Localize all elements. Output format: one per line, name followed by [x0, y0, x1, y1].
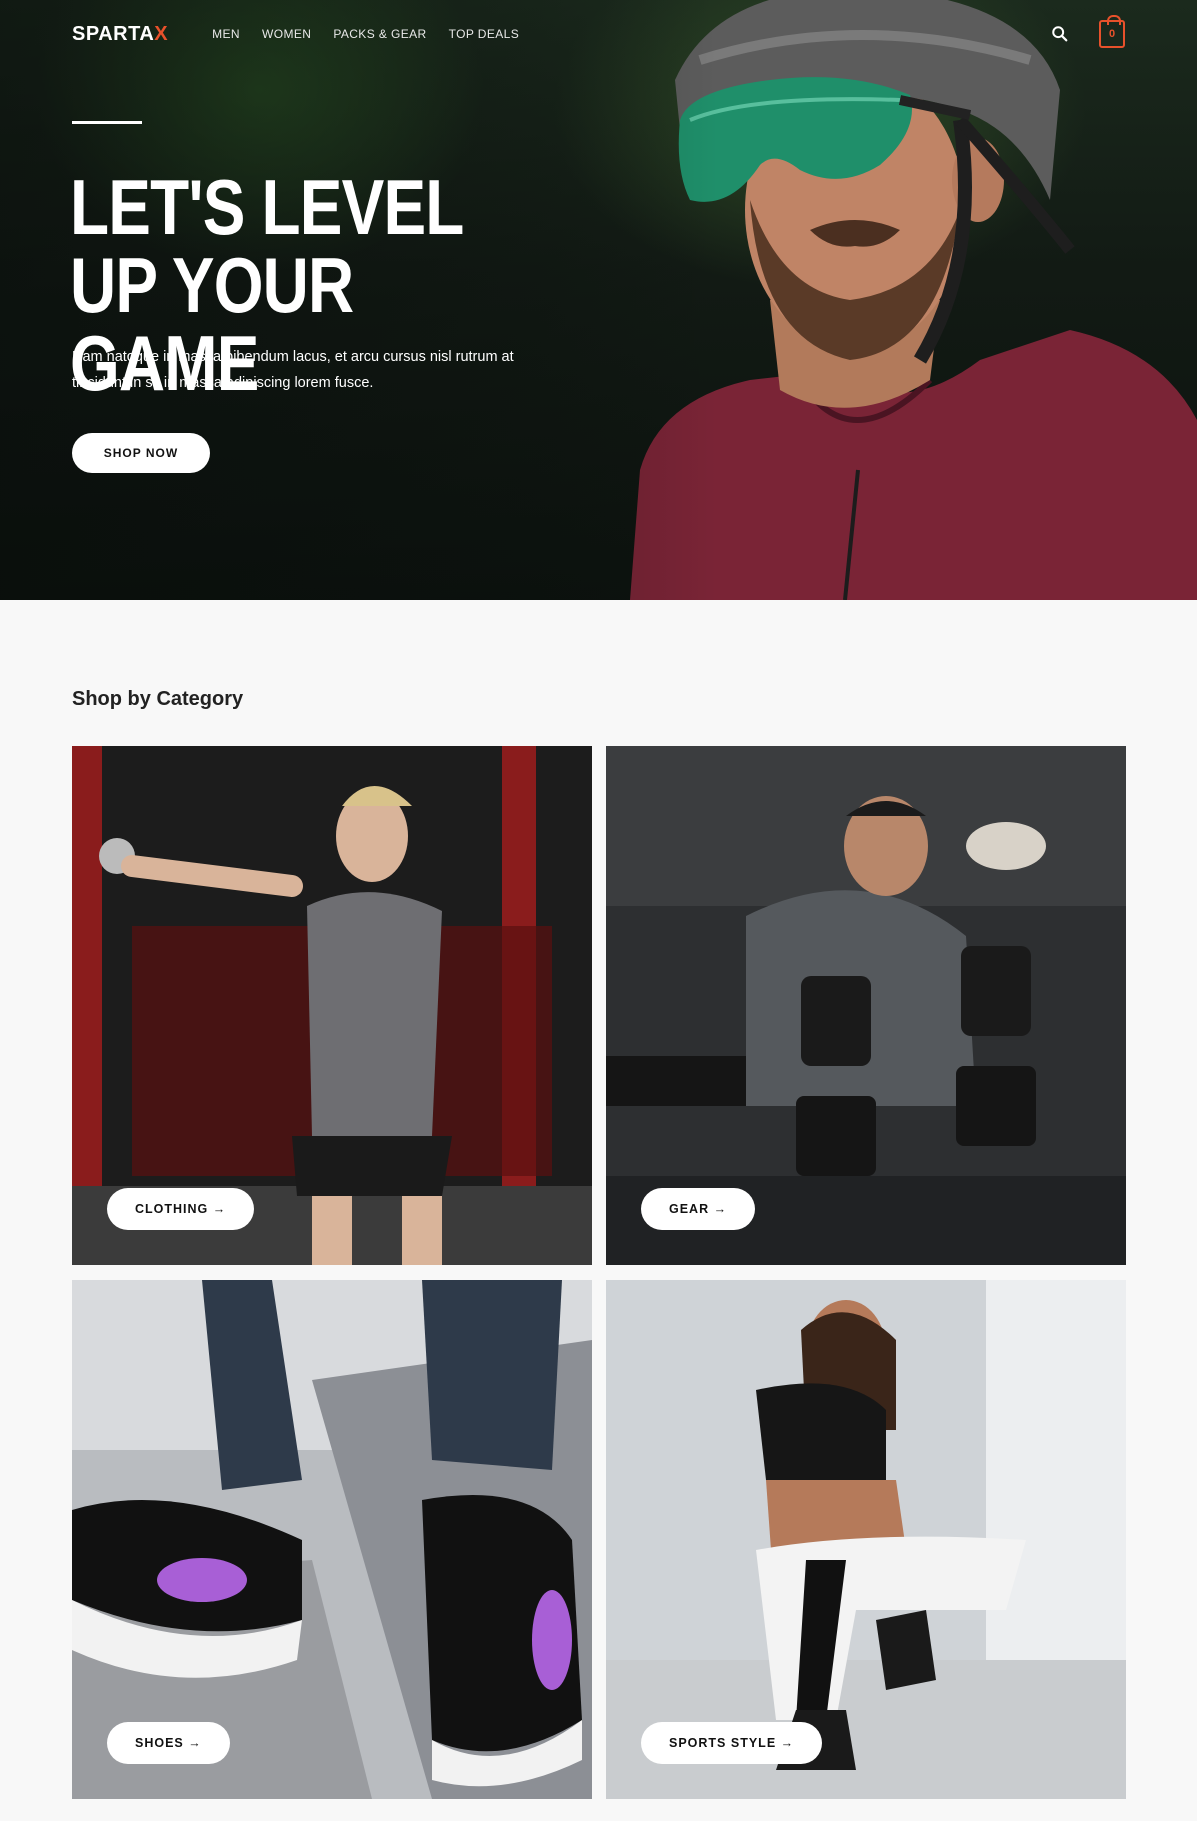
hero-description: Nam natoque in massa bibendum lacus, et …: [72, 349, 514, 391]
section-title: Shop by Category: [72, 688, 244, 710]
header-actions: 0: [1051, 15, 1125, 48]
nav-item-packs-gear[interactable]: PACKS & GEAR: [333, 27, 426, 41]
category-tile-clothing[interactable]: CLOTHING →: [72, 746, 592, 1265]
nav-item-women[interactable]: WOMEN: [262, 27, 311, 41]
logo[interactable]: SPARTAX: [72, 23, 168, 46]
nav-item-top-deals[interactable]: TOP DEALS: [449, 27, 520, 41]
cart-count: 0: [1108, 28, 1116, 40]
category-button-gear[interactable]: GEAR →: [641, 1188, 756, 1230]
shop-now-button[interactable]: SHOP NOW: [72, 433, 210, 473]
category-button-sports-style[interactable]: SPORTS STYLE →: [641, 1722, 823, 1764]
cart-icon[interactable]: 0: [1099, 15, 1125, 48]
site-header: SPARTAX MEN WOMEN PACKS & GEAR TOP DEALS…: [72, 14, 1125, 54]
category-tile-gear[interactable]: GEAR →: [606, 746, 1126, 1265]
hero-banner: SPARTAX MEN WOMEN PACKS & GEAR TOP DEALS…: [0, 0, 1197, 600]
category-button-clothing[interactable]: CLOTHING →: [107, 1188, 255, 1230]
category-button-shoes[interactable]: SHOES →: [107, 1722, 230, 1764]
hero-divider: [72, 121, 142, 124]
search-icon[interactable]: [1051, 25, 1069, 43]
main-nav: MEN WOMEN PACKS & GEAR TOP DEALS: [212, 27, 519, 41]
category-tile-shoes[interactable]: SHOES →: [72, 1280, 592, 1799]
category-tile-sports-style[interactable]: SPORTS STYLE →: [606, 1280, 1126, 1799]
nav-item-men[interactable]: MEN: [212, 27, 240, 41]
